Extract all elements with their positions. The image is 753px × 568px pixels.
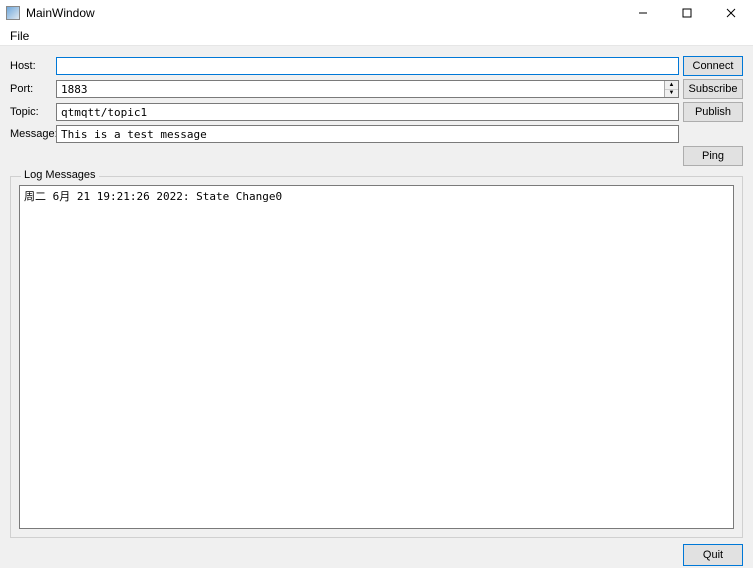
connection-form: Host: Connect Port: ▲ ▼ Subscribe Topic:…	[10, 56, 743, 143]
topic-label: Topic:	[10, 106, 52, 118]
ping-button[interactable]: Ping	[683, 146, 743, 166]
quit-button[interactable]: Quit	[683, 544, 743, 566]
log-textarea[interactable]: 周二 6月 21 19:21:26 2022: State Change0	[19, 185, 734, 529]
host-input[interactable]	[56, 57, 679, 75]
close-button[interactable]	[709, 0, 753, 26]
port-spin-buttons: ▲ ▼	[664, 81, 678, 97]
connect-button[interactable]: Connect	[683, 56, 743, 76]
app-icon	[6, 6, 20, 20]
footer-row: Quit	[10, 544, 743, 566]
title-bar: MainWindow	[0, 0, 753, 26]
client-area: Host: Connect Port: ▲ ▼ Subscribe Topic:…	[0, 46, 753, 568]
message-label: Message:	[10, 128, 52, 140]
window-title: MainWindow	[26, 6, 621, 20]
menu-bar: File	[0, 26, 753, 46]
ping-row: Ping	[10, 146, 743, 166]
publish-button[interactable]: Publish	[683, 102, 743, 122]
maximize-button[interactable]	[665, 0, 709, 26]
subscribe-button[interactable]: Subscribe	[683, 79, 743, 99]
port-input[interactable]	[57, 81, 664, 97]
topic-input[interactable]	[56, 103, 679, 121]
port-spin-up[interactable]: ▲	[665, 81, 678, 90]
log-group: Log Messages 周二 6月 21 19:21:26 2022: Sta…	[10, 176, 743, 538]
minimize-button[interactable]	[621, 0, 665, 26]
menu-file[interactable]: File	[4, 27, 35, 45]
message-input[interactable]	[56, 125, 679, 143]
window-control-group	[621, 0, 753, 26]
host-label: Host:	[10, 60, 52, 72]
log-legend: Log Messages	[21, 169, 99, 181]
port-spin-down[interactable]: ▼	[665, 90, 678, 98]
port-label: Port:	[10, 83, 52, 95]
port-spinbox[interactable]: ▲ ▼	[56, 80, 679, 98]
